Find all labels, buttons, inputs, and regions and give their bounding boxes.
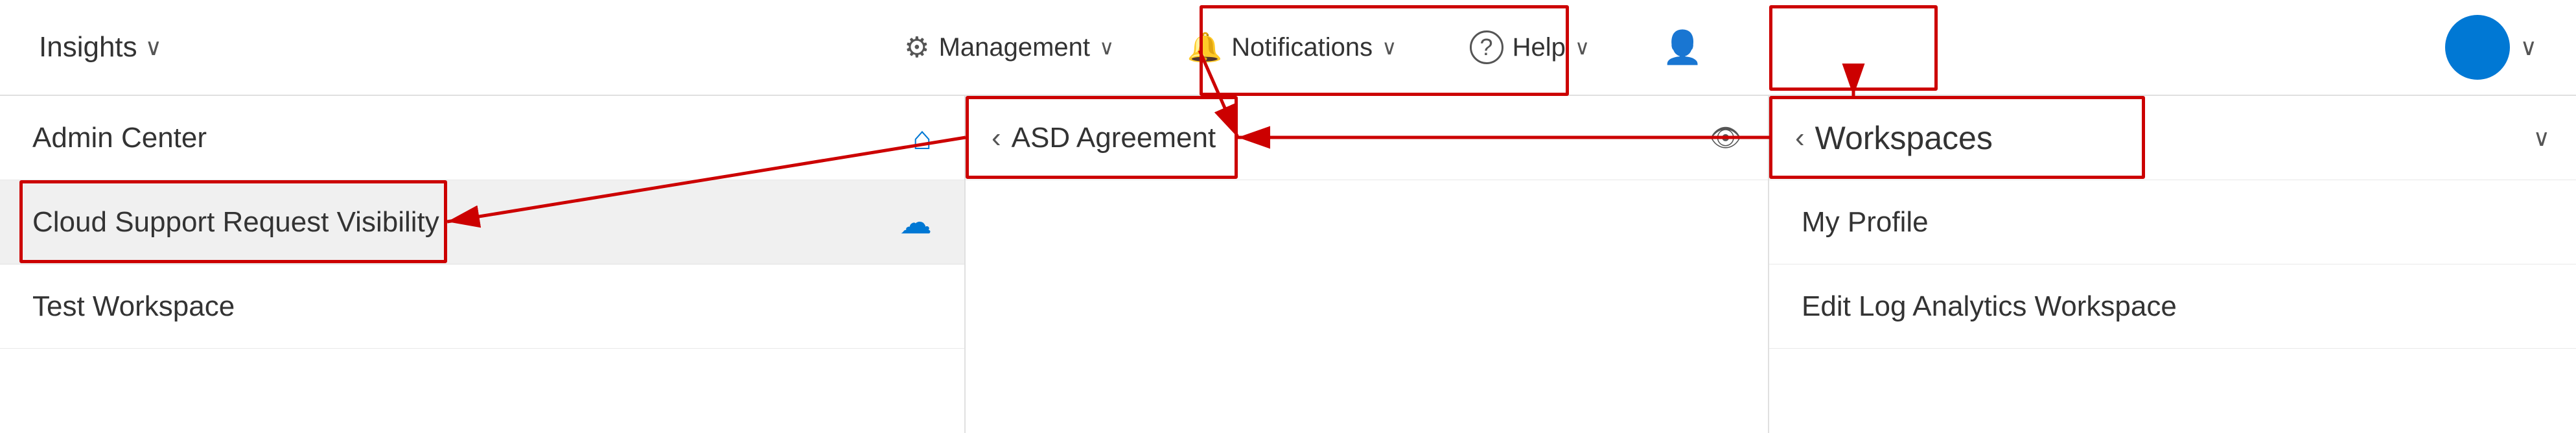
admin-center-header: Admin Center ⌂ (0, 96, 964, 180)
support-request-row[interactable]: Cloud Support Request Visibility ☁ (0, 180, 964, 264)
home-icon: ⌂ (912, 119, 932, 157)
notifications-label: Notifications (1231, 33, 1373, 62)
management-chevron-icon: ∨ (1099, 35, 1114, 60)
notifications-chevron-icon: ∨ (1382, 35, 1397, 60)
test-workspace-row[interactable]: Test Workspace (0, 264, 964, 349)
workspaces-back-icon[interactable]: ‹ (1795, 122, 1805, 154)
support-request-title: Cloud Support Request Visibility (32, 206, 887, 239)
main-content: Admin Center ⌂ Cloud Support Request Vis… (0, 96, 2576, 433)
my-profile-title: My Profile (1802, 206, 1929, 239)
edit-workspace-title: Edit Log Analytics Workspace (1802, 290, 2177, 323)
management-label: Management (939, 33, 1090, 62)
bell-icon: 🔔 (1187, 30, 1222, 64)
help-icon: ? (1470, 30, 1503, 64)
left-panel: Admin Center ⌂ Cloud Support Request Vis… (0, 96, 966, 433)
my-profile-row[interactable]: My Profile (1769, 180, 2576, 264)
insights-label: Insights (39, 31, 137, 64)
insights-chevron-icon: ∨ (145, 34, 162, 61)
top-nav-bar: Insights ∨ ⚙ Management ∨ 🔔 Notification… (0, 0, 2576, 96)
user-area[interactable]: ∨ (2432, 8, 2550, 86)
admin-center-title: Admin Center (32, 122, 899, 154)
avatar (2445, 15, 2510, 80)
cloud-icon: ☁ (899, 204, 932, 241)
help-nav-item[interactable]: ? Help ∨ (1459, 24, 1601, 71)
eye-icon: 👁 (1709, 123, 1742, 153)
right-panel: ‹ Workspaces ∨ My Profile Edit Log Analy… (1769, 96, 2576, 433)
workspaces-header: ‹ Workspaces ∨ (1769, 96, 2576, 180)
asd-back-icon[interactable]: ‹ (992, 122, 1001, 154)
test-workspace-title: Test Workspace (32, 290, 235, 323)
workspaces-chevron-icon: ∨ (2533, 124, 2550, 152)
management-nav-item[interactable]: ⚙ Management ∨ (894, 25, 1124, 71)
middle-panel: ‹ ASD Agreement 👁 (966, 96, 1769, 433)
help-label: Help (1513, 33, 1566, 62)
nav-center: ⚙ Management ∨ 🔔 Notifications ∨ ? Help … (175, 22, 2432, 73)
help-chevron-icon: ∨ (1575, 35, 1590, 60)
edit-workspace-row[interactable]: Edit Log Analytics Workspace (1769, 264, 2576, 349)
asd-agreement-title: ASD Agreement (1012, 122, 1710, 154)
user-chevron-icon: ∨ (2520, 34, 2537, 61)
user-feedback-icon: 👤 (1662, 29, 1702, 67)
user-feedback-icon-item[interactable]: 👤 (1652, 22, 1713, 73)
notifications-nav-item[interactable]: 🔔 Notifications ∨ (1176, 24, 1407, 71)
gear-icon: ⚙ (904, 31, 929, 64)
asd-agreement-header: ‹ ASD Agreement 👁 (966, 96, 1768, 180)
insights-nav-item[interactable]: Insights ∨ (26, 25, 175, 70)
workspaces-title: Workspaces (1815, 119, 2533, 157)
